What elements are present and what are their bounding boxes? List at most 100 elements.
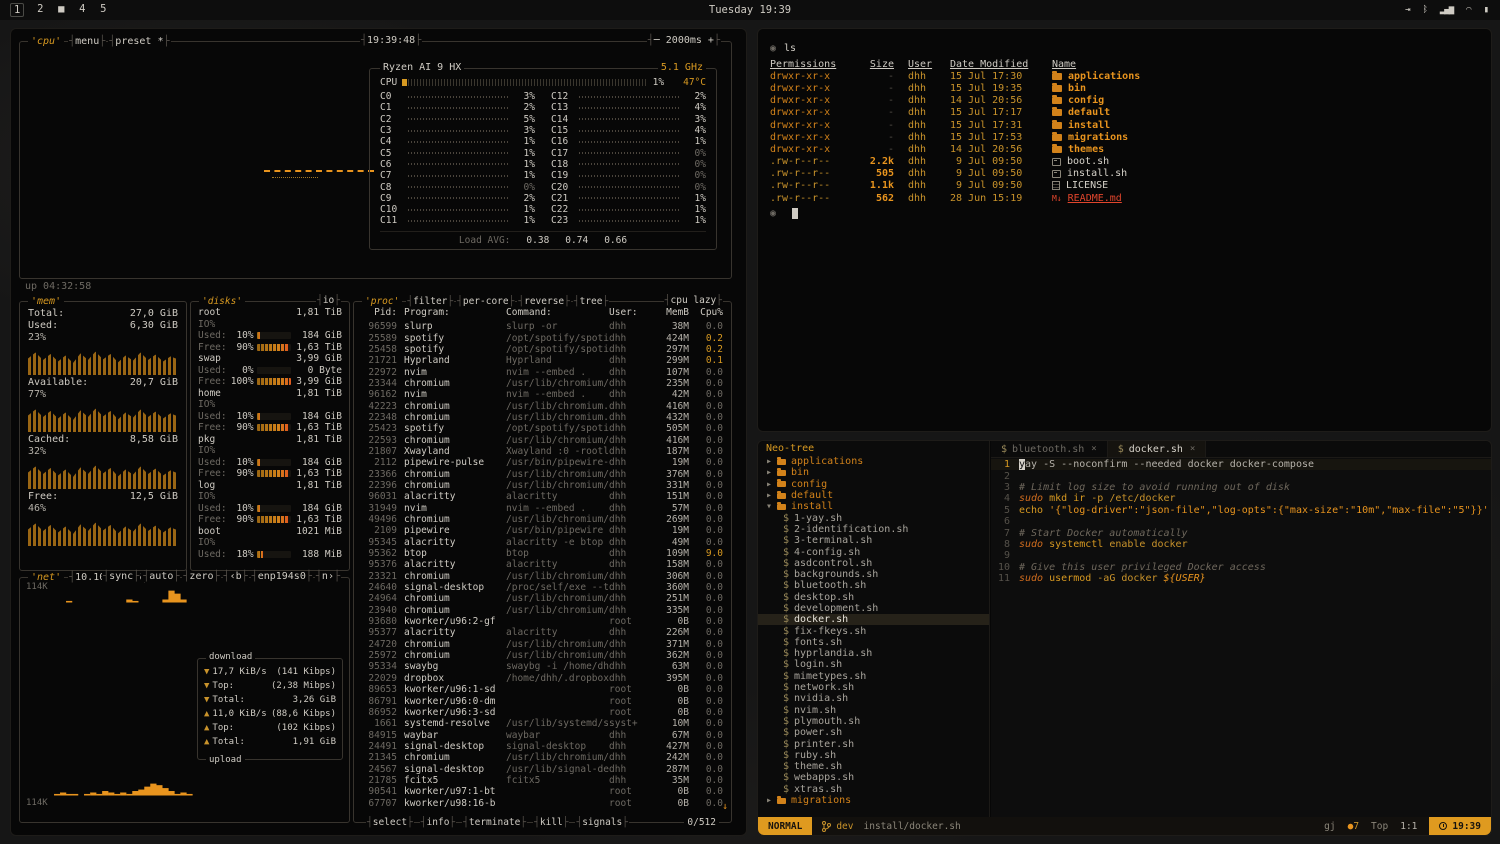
- process-row[interactable]: 23321chromium/usr/lib/chromium/dhh306M0.…: [362, 571, 723, 582]
- proc-action-info[interactable]: info: [420, 817, 456, 828]
- disks-io-toggle[interactable]: io: [316, 295, 341, 306]
- process-row[interactable]: 21785fcitx5fcitx5dhh35M0.0: [362, 775, 723, 786]
- tree-item-network.sh[interactable]: $network.sh: [758, 682, 989, 693]
- scroll-down-icon[interactable]: ↓: [722, 801, 728, 812]
- tree-item-install[interactable]: ▾install: [758, 501, 989, 512]
- prompt-row-2[interactable]: ◉: [770, 206, 1479, 220]
- wifi-icon[interactable]: ◠: [1466, 5, 1470, 15]
- cpu-control-menu[interactable]: menu: [68, 35, 106, 48]
- net-control-enp194s0[interactable]: enp194s0: [251, 571, 313, 582]
- net-control-auto[interactable]: auto: [142, 571, 180, 582]
- process-row[interactable]: 89653kworker/u96:1-sdroot0B0.0: [362, 684, 723, 695]
- tree-item-backgrounds.sh[interactable]: $backgrounds.sh: [758, 569, 989, 580]
- tree-item-printer.sh[interactable]: $printer.sh: [758, 738, 989, 749]
- tree-item-nvim.sh[interactable]: $nvim.sh: [758, 705, 989, 716]
- process-row[interactable]: 90541kworker/u97:1-btroot0B0.0: [362, 786, 723, 797]
- process-row[interactable]: 31949nvimnvim --embed .dhh57M0.0: [362, 503, 723, 514]
- net-control--b[interactable]: ‹b: [223, 571, 249, 582]
- code-line-8[interactable]: 8sudo systemctl enable docker: [991, 539, 1491, 550]
- process-row[interactable]: 96599slurpslurp -ordhh38M0.0: [362, 321, 723, 332]
- code-line-4[interactable]: 4sudo mkd ir -p /etc/docker: [991, 493, 1491, 504]
- process-row[interactable]: 24640signal-desktop/proc/self/exe --tdhh…: [362, 582, 723, 593]
- proc-action-signals[interactable]: signals: [575, 817, 629, 828]
- editor-area[interactable]: $bluetooth.sh×$docker.sh× 1yay -S --noco…: [991, 441, 1491, 817]
- process-row[interactable]: 21345chromium/usr/lib/chromium/dhh242M0.…: [362, 752, 723, 763]
- buffer-tab-bluetooth.sh[interactable]: $bluetooth.sh×: [991, 441, 1108, 457]
- process-row[interactable]: 23344chromium/usr/lib/chromium/dhh235M0.…: [362, 378, 723, 389]
- proc-action-select[interactable]: select: [366, 817, 414, 828]
- process-row[interactable]: 93680kworker/u96:2-gfroot0B0.0: [362, 616, 723, 627]
- code-line-9[interactable]: 9: [991, 550, 1491, 561]
- screencast-icon[interactable]: ⇥: [1405, 5, 1409, 15]
- process-row[interactable]: 67707kworker/u98:16-broot0B0.0: [362, 797, 723, 808]
- process-row[interactable]: 96162nvimnvim --embed .dhh42M0.0: [362, 389, 723, 400]
- process-row[interactable]: 24567signal-desktop/usr/lib/signal-dedhh…: [362, 763, 723, 774]
- process-row[interactable]: 22972nvimnvim --embed .dhh107M0.0: [362, 366, 723, 377]
- process-row[interactable]: 25589spotify/opt/spotify/spotidhh424M0.2: [362, 332, 723, 343]
- net-control-sync[interactable]: sync: [102, 571, 140, 582]
- net-control-zero[interactable]: zero: [182, 571, 220, 582]
- workspace-2[interactable]: 2: [35, 3, 45, 17]
- process-row[interactable]: 23366chromium/usr/lib/chromium/dhh376M0.…: [362, 468, 723, 479]
- proc-action-terminate[interactable]: terminate: [462, 817, 527, 828]
- proc-sort-mode[interactable]: cpu lazy: [664, 295, 723, 306]
- process-row[interactable]: 95377alacrittyalacrittydhh226M0.0: [362, 627, 723, 638]
- buffer-tab-docker.sh[interactable]: $docker.sh×: [1108, 441, 1207, 457]
- process-row[interactable]: 22029dropbox/home/dhh/.dropboxdhh395M0.0: [362, 673, 723, 684]
- process-row[interactable]: 95362btopbtopdhh109M9.0: [362, 548, 723, 559]
- tree-item-webapps.sh[interactable]: $webapps.sh: [758, 772, 989, 783]
- tree-item-3-terminal.sh[interactable]: $3-terminal.sh: [758, 535, 989, 546]
- tree-item-1-yay.sh[interactable]: $1-yay.sh: [758, 512, 989, 523]
- tree-item-applications[interactable]: ▸applications: [758, 456, 989, 467]
- process-row[interactable]: 23940chromium/usr/lib/chromium/dhh335M0.…: [362, 605, 723, 616]
- code-line-5[interactable]: 5echo '{"log-driver":"json-file","log-op…: [991, 505, 1491, 516]
- tree-item-default[interactable]: ▸default: [758, 490, 989, 501]
- process-row[interactable]: 96031alacrittyalacrittydhh151M0.0: [362, 491, 723, 502]
- update-interval-control[interactable]: ─ 2000ms +: [647, 35, 721, 46]
- process-row[interactable]: 95345alacrittyalacritty -e btopdhh49M0.0: [362, 537, 723, 548]
- process-row[interactable]: 42223chromium/usr/lib/chromium.dhh416M0.…: [362, 400, 723, 411]
- cpu-control-preset-[interactable]: preset *: [108, 35, 170, 48]
- tree-item-config[interactable]: ▸config: [758, 479, 989, 490]
- code-line-2[interactable]: 2: [991, 470, 1491, 481]
- tree-item-power.sh[interactable]: $power.sh: [758, 727, 989, 738]
- tree-item-fix-fkeys.sh[interactable]: $fix-fkeys.sh: [758, 625, 989, 636]
- tree-item-fonts.sh[interactable]: $fonts.sh: [758, 637, 989, 648]
- tree-item-theme.sh[interactable]: $theme.sh: [758, 761, 989, 772]
- tree-item-asdcontrol.sh[interactable]: $asdcontrol.sh: [758, 558, 989, 569]
- workspace-3[interactable]: ■: [56, 3, 66, 17]
- tree-item-nvidia.sh[interactable]: $nvidia.sh: [758, 693, 989, 704]
- code-line-6[interactable]: 6: [991, 516, 1491, 527]
- process-row[interactable]: 95376alacrittyalacrittydhh158M0.0: [362, 559, 723, 570]
- code-buffer[interactable]: 1yay -S --noconfirm --needed docker dock…: [991, 459, 1491, 817]
- network-speed-icon[interactable]: ▂▄▆: [1440, 5, 1453, 15]
- tree-item-docker.sh[interactable]: $docker.sh: [758, 614, 989, 625]
- tree-item-mimetypes.sh[interactable]: $mimetypes.sh: [758, 671, 989, 682]
- workspace-1[interactable]: 1: [10, 3, 24, 17]
- code-line-3[interactable]: 3# Limit log size to avoid running out o…: [991, 482, 1491, 493]
- process-row[interactable]: 24964chromium/usr/lib/chromium/dhh251M0.…: [362, 593, 723, 604]
- tree-item-4-config.sh[interactable]: $4-config.sh: [758, 546, 989, 557]
- workspace-5[interactable]: 5: [98, 3, 108, 17]
- tree-item-bluetooth.sh[interactable]: $bluetooth.sh: [758, 580, 989, 591]
- tree-item-ruby.sh[interactable]: $ruby.sh: [758, 750, 989, 761]
- code-line-11[interactable]: 11sudo usermod -aG docker ${USER}: [991, 573, 1491, 584]
- process-row[interactable]: 2109pipewire/usr/bin/pipewiredhh19M0.0: [362, 525, 723, 536]
- tree-item-plymouth.sh[interactable]: $plymouth.sh: [758, 716, 989, 727]
- code-line-7[interactable]: 7# Start Docker automatically: [991, 527, 1491, 538]
- tree-item-desktop.sh[interactable]: $desktop.sh: [758, 592, 989, 603]
- process-row[interactable]: 25458spotify/opt/spotify/spotidhh297M0.2: [362, 344, 723, 355]
- tree-item-bin[interactable]: ▸bin: [758, 467, 989, 478]
- tree-item-development.sh[interactable]: $development.sh: [758, 603, 989, 614]
- process-row[interactable]: 22593chromium/usr/lib/chromium/dhh416M0.…: [362, 434, 723, 445]
- code-line-1[interactable]: 1yay -S --noconfirm --needed docker dock…: [991, 459, 1491, 470]
- process-row[interactable]: 22348chromium/usr/lib/chromium.dhh432M0.…: [362, 412, 723, 423]
- tree-item-xtras.sh[interactable]: $xtras.sh: [758, 784, 989, 795]
- tree-item-hyprlandia.sh[interactable]: $hyprlandia.sh: [758, 648, 989, 659]
- process-row[interactable]: 25423spotify/opt/spotify/spotidhh505M0.0: [362, 423, 723, 434]
- tree-item-login.sh[interactable]: $login.sh: [758, 659, 989, 670]
- workspace-4[interactable]: 4: [77, 3, 87, 17]
- tree-item-migrations[interactable]: ▸migrations: [758, 795, 989, 806]
- process-row[interactable]: 49496chromium/usr/lib/chromium/dhh269M0.…: [362, 514, 723, 525]
- process-row[interactable]: 1661systemd-resolve/usr/lib/systemd/ssys…: [362, 718, 723, 729]
